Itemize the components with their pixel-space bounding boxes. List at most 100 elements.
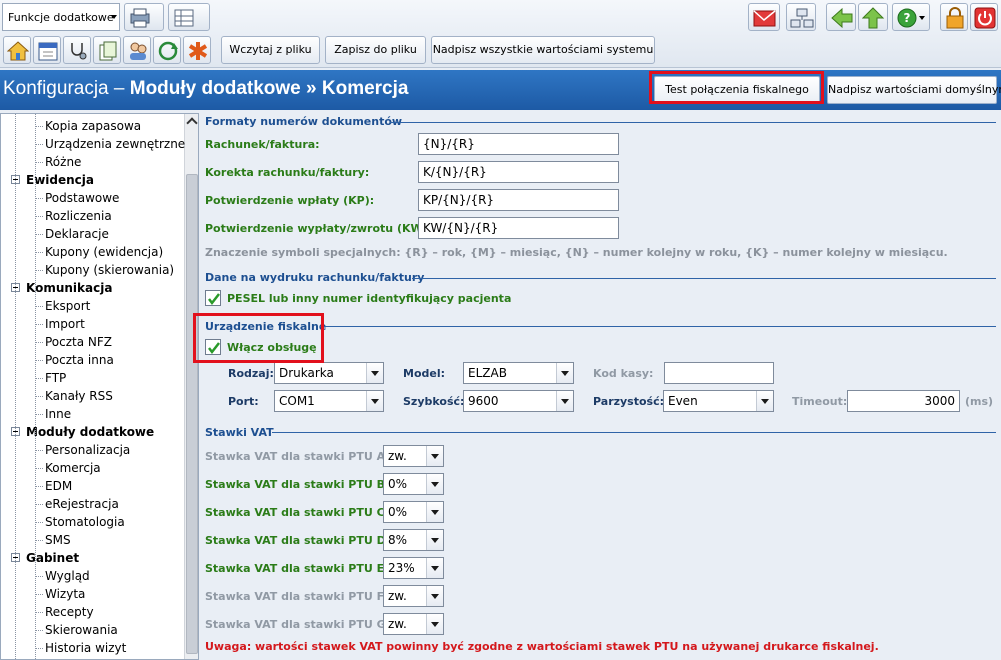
tree-item[interactable]: FTP — [45, 369, 66, 387]
refresh-button[interactable] — [153, 36, 181, 64]
module-button[interactable] — [183, 36, 211, 64]
back-button[interactable] — [826, 3, 856, 31]
vat-rate-select[interactable]: zw. — [383, 445, 444, 467]
tree-item[interactable]: Kupony (skierowania) — [45, 261, 174, 279]
chevron-down-icon[interactable] — [556, 363, 573, 383]
print-button[interactable] — [124, 3, 164, 31]
chevron-down-icon[interactable] — [556, 391, 573, 411]
calendar-button[interactable] — [33, 36, 61, 64]
tree-item[interactable]: Komercja — [45, 459, 101, 477]
chevron-down-icon[interactable] — [426, 530, 443, 550]
vat-rate-label: Stawka VAT dla stawki PTU G: — [205, 618, 391, 631]
tree-scrollbar[interactable] — [184, 114, 198, 659]
tree-item[interactable]: Rozliczenia — [45, 207, 112, 225]
tree-item[interactable]: Inne — [45, 405, 71, 423]
tree-item[interactable]: Podstawowe — [45, 189, 119, 207]
home-button[interactable] — [3, 36, 31, 64]
tree-item[interactable]: SMS — [45, 531, 71, 549]
enable-fiscal-checkbox[interactable] — [205, 339, 221, 355]
chevron-down-icon[interactable] — [366, 363, 383, 383]
tree-connector — [35, 306, 43, 307]
kp-format-input[interactable]: KP/{N}/{R} — [418, 189, 619, 211]
vat-rate-label: Stawka VAT dla stawki PTU F: — [205, 590, 388, 603]
tree-category[interactable]: Gabinet — [26, 549, 79, 567]
vat-rate-select[interactable]: 0% — [383, 501, 444, 523]
kw-format-label: Potwierdzenie wypłaty/zwrotu (KW): — [205, 222, 433, 235]
tree-item[interactable]: Poczta inna — [45, 351, 114, 369]
tree-item[interactable]: Skierowania — [45, 621, 118, 639]
page-title-prefix: Konfiguracja – — [3, 78, 130, 99]
tree-item[interactable]: eRejestracja — [45, 495, 119, 513]
fiscal-port-select[interactable]: COM1 — [274, 390, 384, 412]
load-from-file-button[interactable]: Wczytaj z pliku — [221, 36, 320, 64]
overwrite-default-values-button[interactable]: Nadpisz wartościami domyślnymi — [827, 76, 1001, 104]
tree-category[interactable]: Komunikacja — [26, 279, 112, 297]
layout-button[interactable] — [168, 3, 210, 31]
tree-connector — [35, 360, 43, 361]
tree-item[interactable]: Kanały RSS — [45, 387, 113, 405]
chevron-down-icon[interactable] — [426, 446, 443, 466]
documents-button[interactable] — [93, 36, 121, 64]
tree-item[interactable]: Kopia zapasowa — [45, 117, 141, 135]
chevron-down-icon[interactable] — [426, 586, 443, 606]
mail-button[interactable] — [748, 3, 780, 31]
tree-category[interactable]: Ewidencja — [26, 171, 94, 189]
tree-category[interactable]: Moduły dodatkowe — [26, 423, 154, 441]
fiscal-parity-select[interactable]: Even — [663, 390, 774, 412]
tree-connector — [35, 648, 43, 649]
kw-format-input[interactable]: KW/{N}/{R} — [418, 217, 619, 239]
tree-item[interactable]: Import — [45, 315, 85, 333]
tree-item[interactable]: EDM — [45, 477, 72, 495]
chevron-down-icon[interactable] — [366, 391, 383, 411]
correction-format-input[interactable]: K/{N}/{R} — [418, 161, 619, 183]
tree-item[interactable]: Wygląd — [45, 567, 90, 585]
scroll-up-icon[interactable] — [186, 117, 198, 129]
stethoscope-button[interactable] — [63, 36, 91, 64]
fiscal-type-select[interactable]: Drukarka — [274, 362, 384, 384]
power-button[interactable] — [970, 3, 998, 31]
chevron-down-icon[interactable] — [756, 391, 773, 411]
tree-item[interactable]: Deklaracje — [45, 225, 109, 243]
tree-item[interactable]: Kupony (ewidencja) — [45, 243, 163, 261]
save-to-file-button[interactable]: Zapisz do pliku — [325, 36, 426, 64]
tree-item[interactable]: Recepty — [45, 603, 94, 621]
vat-rate-select[interactable]: 23% — [383, 557, 444, 579]
fiscal-model-select[interactable]: ELZAB — [463, 362, 574, 384]
fiscal-port-label: Port: — [228, 395, 259, 408]
vat-rate-select[interactable]: 8% — [383, 529, 444, 551]
lock-button[interactable] — [940, 3, 968, 31]
network-button[interactable] — [786, 3, 816, 31]
timeout-input[interactable]: 3000 — [847, 390, 960, 412]
tree-item[interactable]: Personalizacja — [45, 441, 130, 459]
section-divider — [390, 122, 996, 123]
up-button[interactable] — [858, 3, 888, 31]
tree-item[interactable]: Historia wizyt — [45, 639, 126, 657]
tree-item[interactable]: Poczta NFZ — [45, 333, 112, 351]
chevron-down-icon — [111, 15, 117, 19]
scroll-thumb[interactable] — [186, 174, 198, 654]
users-button[interactable] — [123, 36, 151, 64]
tree-item[interactable]: Różne — [45, 153, 81, 171]
vat-rate-select[interactable]: 0% — [383, 473, 444, 495]
vat-rate-select[interactable]: zw. — [383, 613, 444, 635]
chevron-down-icon[interactable] — [426, 502, 443, 522]
page-title-section: Moduły dodatkowe » Komercja — [129, 78, 409, 99]
pesel-checkbox[interactable] — [205, 290, 221, 306]
tree-item[interactable]: Eksport — [45, 297, 90, 315]
functions-combo[interactable]: Funkcje dodatkowe — [2, 3, 120, 31]
chevron-down-icon[interactable] — [426, 614, 443, 634]
cash-code-input[interactable] — [664, 362, 774, 384]
network-icon — [790, 8, 814, 28]
tree-item[interactable]: Urządzenia zewnętrzne — [45, 135, 185, 153]
vat-rate-select[interactable]: zw. — [383, 585, 444, 607]
vat-rate-value: zw. — [388, 617, 407, 631]
tree-item[interactable]: Wizyta — [45, 585, 85, 603]
chevron-down-icon[interactable] — [426, 474, 443, 494]
tree-item[interactable]: Stomatologia — [45, 513, 125, 531]
fiscal-speed-select[interactable]: 9600 — [463, 390, 574, 412]
help-button[interactable]: ? — [892, 3, 930, 31]
overwrite-system-values-button[interactable]: Nadpisz wszystkie wartościami systemu — [431, 36, 655, 64]
test-fiscal-connection-button[interactable]: Test połączenia fiskalnego — [654, 76, 820, 104]
chevron-down-icon[interactable] — [426, 558, 443, 578]
invoice-format-input[interactable]: {N}/{R} — [418, 133, 619, 155]
